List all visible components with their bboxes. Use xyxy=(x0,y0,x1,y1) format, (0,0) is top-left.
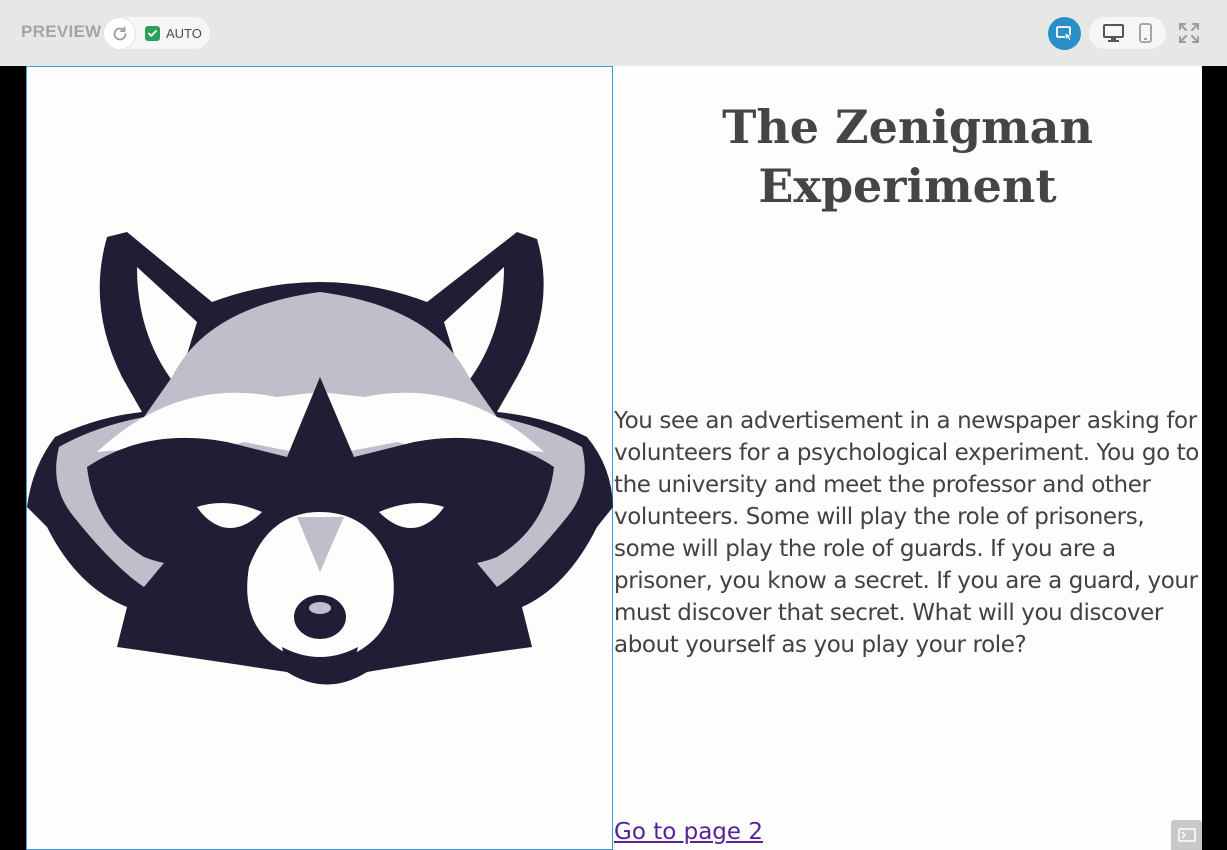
inspect-cursor-icon xyxy=(1055,25,1073,42)
desktop-icon xyxy=(1102,23,1124,42)
fullscreen-button[interactable] xyxy=(1178,22,1200,44)
refresh-icon xyxy=(113,26,126,40)
mobile-icon xyxy=(1138,23,1152,43)
desktop-view-button[interactable] xyxy=(1102,23,1124,43)
inspect-button[interactable] xyxy=(1048,17,1081,50)
story-text: You see an advertisement in a newspaper … xyxy=(614,408,1199,658)
refresh-button[interactable] xyxy=(103,17,136,50)
mobile-view-button[interactable] xyxy=(1134,23,1156,43)
check-icon xyxy=(148,30,157,37)
fullscreen-icon xyxy=(1179,23,1199,43)
preview-page: The Zenigman Experiment You see an adver… xyxy=(26,66,1202,850)
preview-toolbar: PREVIEW AUTO xyxy=(0,0,1227,66)
preview-label: PREVIEW xyxy=(21,22,102,41)
image-panel xyxy=(26,66,613,850)
raccoon-head-logo xyxy=(27,232,613,685)
console-icon xyxy=(1177,828,1196,842)
page-title: The Zenigman Experiment xyxy=(722,100,1093,213)
console-button[interactable] xyxy=(1171,820,1202,850)
auto-checkbox[interactable] xyxy=(145,26,160,41)
auto-label[interactable]: AUTO xyxy=(166,26,202,41)
next-page-link[interactable]: Go to page 2 xyxy=(614,816,763,848)
